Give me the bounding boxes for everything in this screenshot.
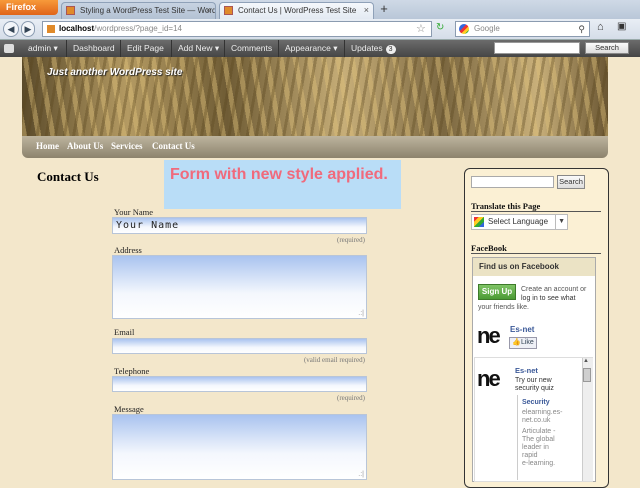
chevron-down-icon: ▼ xyxy=(555,215,565,229)
admin-bar-label: Appearance xyxy=(285,43,331,53)
facebook-heading: FaceBook xyxy=(471,243,507,253)
post-text: security quiz xyxy=(515,385,554,392)
like-label: Like xyxy=(520,339,534,346)
facebook-page-name[interactable]: Es-net xyxy=(510,325,534,334)
admin-bar-label: admin xyxy=(28,43,52,53)
site-identity-icon[interactable] xyxy=(47,25,55,33)
name-required-hint: (required) xyxy=(337,236,365,244)
google-icon xyxy=(459,24,469,34)
chevron-down-icon: ▾ xyxy=(333,43,338,53)
forward-button[interactable]: ▶ xyxy=(21,21,35,37)
resize-grip-icon[interactable]: .:| xyxy=(358,310,364,317)
admin-bar-dashboard[interactable]: Dashboard xyxy=(66,40,115,57)
language-select[interactable]: Select Language ▼ xyxy=(471,214,568,230)
scroll-up-icon[interactable]: ▲ xyxy=(583,358,589,364)
email-label: Email xyxy=(114,327,135,337)
sidebar-search-input[interactable] xyxy=(471,176,554,188)
sidebar-search-button[interactable]: Search xyxy=(557,175,585,189)
admin-search-input[interactable] xyxy=(494,42,580,54)
browser-tab[interactable]: Styling a WordPress Test Site — Word... … xyxy=(61,2,216,19)
firefox-menu-button[interactable]: Firefox xyxy=(0,0,58,15)
divider xyxy=(471,211,601,212)
main-menu xyxy=(22,136,608,158)
site-tagline: Just another WordPress site xyxy=(47,67,183,78)
language-select-value: Select Language xyxy=(488,217,549,226)
new-tab-button[interactable]: + xyxy=(376,2,392,18)
menu-item-about-us[interactable]: About Us xyxy=(67,141,103,151)
chevron-down-icon: ▾ xyxy=(214,43,220,53)
admin-bar-comments[interactable]: Comments xyxy=(224,40,272,57)
telephone-label: Telephone xyxy=(114,366,150,376)
esnet-logo-icon: ne xyxy=(477,323,501,348)
browser-tab-active[interactable]: Contact Us | WordPress Test Site × xyxy=(219,2,374,19)
name-input[interactable]: Your Name xyxy=(112,217,367,234)
admin-bar-appearance[interactable]: Appearance ▾ xyxy=(278,40,338,57)
scrollbar-thumb[interactable] xyxy=(583,368,591,382)
url-host: localhost xyxy=(59,24,95,33)
facebook-like-button[interactable]: 👍Like xyxy=(509,337,537,349)
url-bar[interactable]: localhost/wordpress/?page_id=14 xyxy=(42,21,432,37)
menu-item-contact-us[interactable]: Contact Us xyxy=(152,141,195,151)
bookmark-star-icon[interactable]: ☆ xyxy=(416,22,426,35)
search-placeholder: Google xyxy=(474,24,500,33)
wp-logo-icon[interactable] xyxy=(4,44,14,53)
telephone-input[interactable] xyxy=(112,376,367,392)
search-box[interactable]: Google ⚲ xyxy=(455,21,590,37)
translate-heading: Translate this Page xyxy=(471,201,541,211)
favicon-icon xyxy=(224,6,233,15)
esnet-logo-icon: ne xyxy=(477,366,501,391)
facebook-signup-text: your friends like. xyxy=(478,304,529,311)
admin-bar-label: Updates xyxy=(351,43,383,53)
telephone-required-hint: (required) xyxy=(337,394,365,402)
close-tab-icon[interactable]: × xyxy=(206,3,211,18)
admin-bar-account[interactable]: admin ▾ xyxy=(28,40,58,57)
admin-bar-edit-page[interactable]: Edit Page xyxy=(120,40,164,57)
back-button[interactable]: ◀ xyxy=(3,21,19,37)
reload-icon[interactable]: ↻ xyxy=(436,22,444,33)
name-label: Your Name xyxy=(114,207,154,217)
attachment-desc: e-learning. xyxy=(522,460,556,467)
post-attachment-rule xyxy=(517,395,518,480)
attachment-url: net.co.uk xyxy=(522,417,551,424)
chevron-down-icon: ▾ xyxy=(53,43,58,53)
email-input[interactable] xyxy=(112,338,367,354)
tab-label: Contact Us | WordPress Test Site xyxy=(238,6,357,15)
admin-bar-updates[interactable]: Updates 3 xyxy=(344,40,396,57)
address-textarea[interactable]: .:| xyxy=(112,255,367,319)
admin-bar-label: Add New xyxy=(178,43,213,53)
menu-item-services[interactable]: Services xyxy=(111,141,143,151)
search-icon[interactable]: ⚲ xyxy=(578,22,585,36)
style-note: Form with new style applied. xyxy=(164,160,401,209)
close-tab-icon[interactable]: × xyxy=(364,3,369,18)
resize-grip-icon[interactable]: .:| xyxy=(358,471,364,478)
divider xyxy=(471,253,601,254)
home-icon[interactable]: ⌂ xyxy=(597,21,604,33)
page-title: Contact Us xyxy=(37,169,99,184)
thumbs-up-icon: 👍 xyxy=(512,339,521,346)
message-textarea[interactable]: .:| xyxy=(112,414,367,480)
tab-label: Styling a WordPress Test Site — Word... xyxy=(80,6,216,15)
facebook-signup-button[interactable]: Sign Up xyxy=(478,284,516,300)
admin-bar-add-new[interactable]: Add New ▾ xyxy=(171,40,219,57)
post-author[interactable]: Es-net xyxy=(515,366,538,375)
admin-search-button[interactable]: Search xyxy=(585,42,629,54)
menu-item-home[interactable]: Home xyxy=(36,141,59,151)
address-label: Address xyxy=(114,245,142,255)
favicon-icon xyxy=(66,6,75,15)
google-translate-icon xyxy=(474,217,484,227)
facebook-login-text[interactable]: log in to see what xyxy=(521,294,575,303)
message-label: Message xyxy=(114,404,144,414)
facebook-find-us[interactable]: Find us on Facebook xyxy=(473,258,595,276)
attachment-title[interactable]: Security xyxy=(522,399,550,406)
email-required-hint: (valid email required) xyxy=(303,356,365,364)
extension-icon[interactable]: ▣ xyxy=(617,21,626,32)
facebook-signup-text: Create an account or xyxy=(521,286,587,293)
updates-count-badge: 3 xyxy=(385,45,396,54)
url-path: /wordpress/?page_id=14 xyxy=(94,24,182,33)
